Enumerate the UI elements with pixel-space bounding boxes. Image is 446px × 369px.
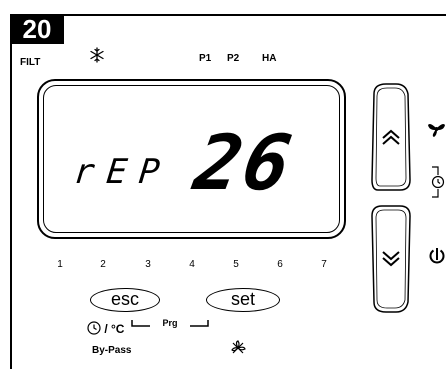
esc-button[interactable]: esc	[90, 288, 160, 312]
up-button[interactable]	[368, 80, 414, 194]
display-value: 26	[188, 118, 300, 207]
p1-indicator: P1	[199, 53, 212, 64]
clock-unit-label: / °C	[104, 322, 125, 336]
filt-indicator: FILT	[20, 57, 41, 68]
position-number-5: 5	[233, 259, 239, 270]
prg-label: Prg	[162, 318, 178, 328]
clock-icon	[87, 321, 101, 335]
position-number-4: 4	[189, 259, 195, 270]
figure-number: 20	[10, 14, 64, 44]
prg-combination: Prg	[130, 318, 210, 332]
position-number-1: 1	[57, 259, 63, 270]
position-number-3: 3	[145, 259, 151, 270]
power-icon	[429, 248, 445, 264]
bypass-label: By-Pass	[92, 345, 132, 356]
snowflake-icon	[90, 47, 104, 63]
ha-indicator: HA	[262, 53, 277, 64]
position-number-2: 2	[100, 259, 106, 270]
crossed-fan-icon	[231, 340, 246, 354]
down-button[interactable]	[368, 202, 414, 316]
fan-icon	[428, 124, 445, 137]
set-button[interactable]: set	[206, 288, 280, 312]
p2-indicator: P2	[227, 53, 240, 64]
clock-bracket-icon	[431, 166, 445, 198]
position-number-6: 6	[277, 259, 283, 270]
display-message: rEP	[71, 152, 174, 192]
position-number-7: 7	[321, 259, 327, 270]
clock-unit-row: / °C	[87, 321, 124, 336]
